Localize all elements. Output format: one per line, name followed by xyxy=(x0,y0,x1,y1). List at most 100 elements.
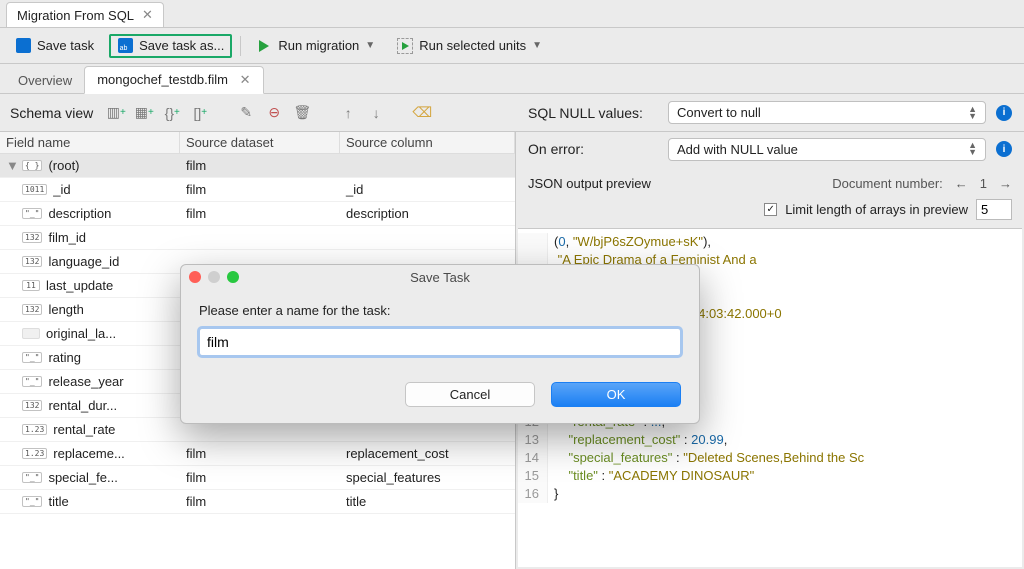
field-column: replacement_cost xyxy=(340,446,515,461)
on-error-value: Add with NULL value xyxy=(677,142,798,157)
info-icon[interactable]: i xyxy=(996,141,1012,157)
top-tab-label: Migration From SQL xyxy=(17,8,134,23)
schema-view-label: Schema view xyxy=(10,105,93,121)
cancel-button[interactable]: Cancel xyxy=(405,382,535,407)
field-row[interactable]: 1011_idfilm_id xyxy=(0,178,515,202)
prev-doc-button[interactable]: ← xyxy=(955,176,968,191)
play-icon xyxy=(259,40,269,52)
field-row[interactable]: 132 film_id xyxy=(0,226,515,250)
field-name: rating xyxy=(48,350,81,365)
select-arrows-icon: ▲▼ xyxy=(968,142,977,156)
on-error-label: On error: xyxy=(528,141,658,157)
field-dataset: film xyxy=(180,182,340,197)
play-selected-icon xyxy=(402,42,409,50)
limit-input[interactable] xyxy=(976,199,1012,220)
field-row-root[interactable]: ▼{ }(root) film xyxy=(0,154,515,178)
chevron-down-icon: ▼ xyxy=(532,40,542,51)
add-table-icon[interactable]: ▦+ xyxy=(135,104,153,122)
field-dataset: film xyxy=(180,494,340,509)
field-dataset: film xyxy=(180,446,340,461)
type-badge: "_" xyxy=(22,472,42,483)
tab-overview[interactable]: Overview xyxy=(6,68,84,93)
move-up-icon[interactable]: ↑ xyxy=(339,104,357,122)
sql-null-select[interactable]: Convert to null ▲▼ xyxy=(668,101,986,124)
type-badge: 1.23 xyxy=(22,424,47,435)
type-badge: "_" xyxy=(22,496,42,507)
add-collection-icon[interactable]: ▥+ xyxy=(107,104,125,122)
close-icon[interactable]: ✕ xyxy=(240,72,251,87)
toolbar: Save task Save task as... Run migration … xyxy=(0,28,1024,64)
field-header-column[interactable]: Source column xyxy=(340,132,515,153)
type-badge xyxy=(22,328,40,339)
type-badge: 132 xyxy=(22,304,42,315)
run-migration-button[interactable]: Run migration ▼ xyxy=(249,35,382,57)
field-name: original_la... xyxy=(46,326,116,341)
field-name: language_id xyxy=(48,254,119,269)
limit-label: Limit length of arrays in preview xyxy=(785,202,968,217)
top-tab-migration[interactable]: Migration From SQL ✕ xyxy=(6,2,164,27)
move-down-icon[interactable]: ↓ xyxy=(367,104,385,122)
save-task-label: Save task xyxy=(37,38,94,53)
save-as-icon xyxy=(118,38,133,53)
sql-null-value: Convert to null xyxy=(677,105,761,120)
field-name: release_year xyxy=(48,374,123,389)
dialog-titlebar[interactable]: Save Task xyxy=(181,265,699,289)
save-task-button[interactable]: Save task xyxy=(8,35,101,57)
field-name: title xyxy=(48,494,68,509)
field-column: special_features xyxy=(340,470,515,485)
field-row[interactable]: "_" special_fe... filmspecial_features xyxy=(0,466,515,490)
run-selected-label: Run selected units xyxy=(419,38,526,53)
on-error-select[interactable]: Add with NULL value ▲▼ xyxy=(668,138,986,161)
run-migration-label: Run migration xyxy=(278,38,359,53)
delete-icon[interactable]: 🗑 xyxy=(293,104,311,122)
ok-button[interactable]: OK xyxy=(551,382,681,407)
field-name: film_id xyxy=(48,230,86,245)
field-name: rental_rate xyxy=(53,422,115,437)
save-task-dialog: Save Task Please enter a name for the ta… xyxy=(180,264,700,424)
field-dataset: film xyxy=(180,470,340,485)
save-task-as-button[interactable]: Save task as... xyxy=(109,34,232,58)
select-arrows-icon: ▲▼ xyxy=(968,106,977,120)
field-row[interactable]: 1.23 replaceme... filmreplacement_cost xyxy=(0,442,515,466)
type-badge: 132 xyxy=(22,232,42,243)
add-array-icon[interactable]: []+ xyxy=(191,104,209,122)
field-header-dataset[interactable]: Source dataset xyxy=(180,132,340,153)
type-badge: 132 xyxy=(22,256,42,267)
doc-num-value: 1 xyxy=(980,176,987,191)
dialog-prompt: Please enter a name for the task: xyxy=(199,303,681,318)
field-column: title xyxy=(340,494,515,509)
type-badge: { } xyxy=(22,160,42,171)
add-object-icon[interactable]: {}+ xyxy=(163,104,181,122)
run-selected-button[interactable]: Run selected units ▼ xyxy=(390,35,549,57)
close-icon[interactable]: ✕ xyxy=(142,7,153,23)
doc-num-label: Document number: xyxy=(832,176,943,191)
sql-null-label: SQL NULL values: xyxy=(528,105,658,121)
info-icon[interactable]: i xyxy=(996,105,1012,121)
type-badge: "_" xyxy=(22,208,42,219)
field-name: special_fe... xyxy=(48,470,117,485)
task-name-input[interactable] xyxy=(199,328,681,356)
type-badge: 11 xyxy=(22,280,40,291)
limit-checkbox[interactable]: ✓ xyxy=(764,203,777,216)
edit-icon[interactable]: ✎ xyxy=(237,104,255,122)
tree-toggle-icon[interactable]: ▼ xyxy=(6,158,16,173)
field-row[interactable]: "_"titlefilmtitle xyxy=(0,490,515,514)
field-dataset: film xyxy=(180,206,340,221)
field-column: _id xyxy=(340,182,515,197)
type-badge: 1.23 xyxy=(22,448,47,459)
field-name: replaceme... xyxy=(53,446,125,461)
field-name: _id xyxy=(53,182,70,197)
save-icon xyxy=(16,38,31,53)
field-header-name[interactable]: Field name xyxy=(0,132,180,153)
remove-icon[interactable]: ⊖ xyxy=(265,104,283,122)
subtabs: Overview mongochef_testdb.film ✕ xyxy=(0,64,1024,94)
json-preview-title: JSON output preview xyxy=(528,176,651,191)
next-doc-button[interactable]: → xyxy=(999,176,1012,191)
clear-icon[interactable]: ⌫ xyxy=(413,104,431,122)
field-row[interactable]: "_"descriptionfilmdescription xyxy=(0,202,515,226)
dialog-title: Save Task xyxy=(181,270,699,285)
field-name: description xyxy=(48,206,111,221)
tab-film[interactable]: mongochef_testdb.film ✕ xyxy=(84,66,263,94)
field-table-header: Field name Source dataset Source column xyxy=(0,132,515,154)
save-task-as-label: Save task as... xyxy=(139,38,224,53)
